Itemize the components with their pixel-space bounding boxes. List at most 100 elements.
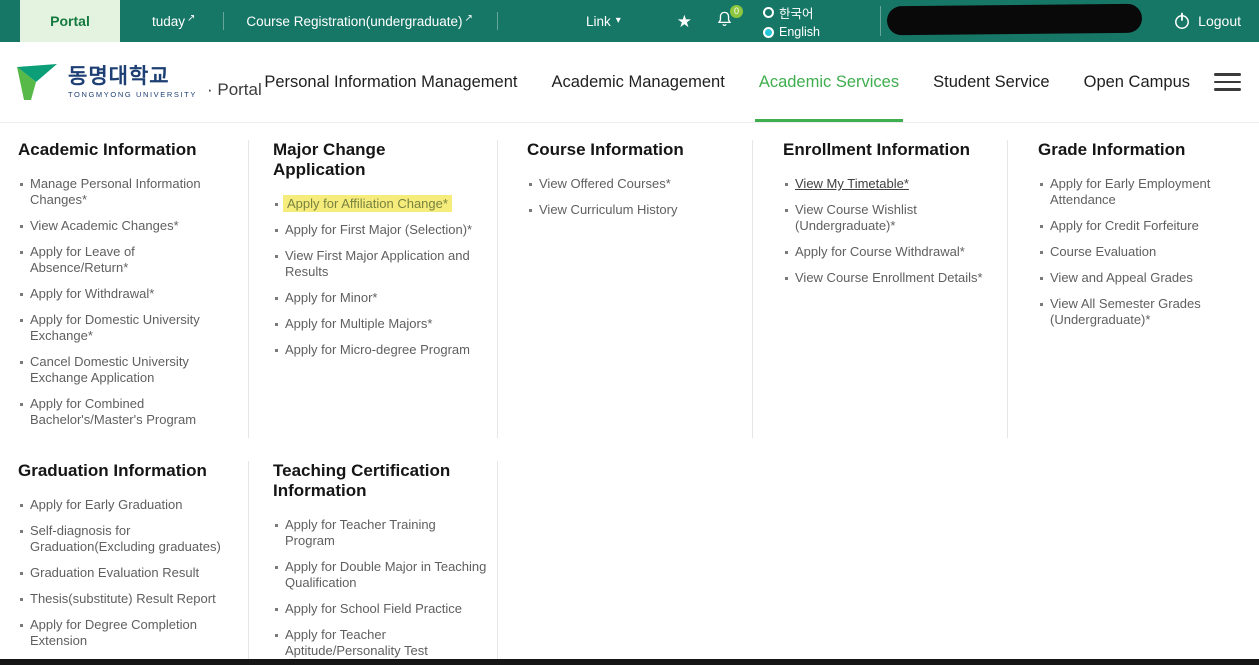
menu-item[interactable]: Apply for Teacher Training Program [273, 517, 488, 549]
menu-section-graduation-information: Graduation Information Apply for Early G… [18, 461, 223, 659]
language-korean-label: 한국어 [779, 3, 814, 22]
logo-text: 동명대학교 TONGMYONG UNIVERSITY [68, 66, 197, 99]
power-icon [1173, 12, 1191, 30]
menu-item[interactable]: View Offered Courses* [527, 176, 727, 192]
nav-personal-information-management[interactable]: Personal Information Management [264, 42, 517, 122]
menu-list: Apply for Early Graduation Self-diagnosi… [18, 497, 223, 649]
nav-student-service[interactable]: Student Service [933, 42, 1049, 122]
menu-list: View My Timetable* View Course Wishlist … [783, 176, 983, 286]
logo-korean-name: 동명대학교 [68, 66, 197, 87]
favorites-star-icon[interactable]: ★ [677, 13, 692, 30]
section-title: Enrollment Information [783, 140, 983, 160]
link-dropdown-label: Link [586, 14, 611, 29]
menu-item[interactable]: Apply for Domestic University Exchange* [18, 312, 223, 344]
menu-section-grade-information: Grade Information Apply for Early Employ… [1038, 140, 1223, 338]
column-divider [497, 140, 498, 438]
section-title: Grade Information [1038, 140, 1223, 160]
menu-item-view-my-timetable-hovered[interactable]: View My Timetable* [783, 176, 983, 192]
language-switcher: 한국어 English [763, 3, 820, 39]
chevron-down-icon: ▾ [616, 16, 621, 26]
tuday-link-label: tuday [152, 14, 185, 29]
menu-item[interactable]: Apply for Early Graduation [18, 497, 223, 513]
header: 동명대학교 TONGMYONG UNIVERSITY · Portal Pers… [0, 42, 1259, 123]
topbar: Portal tuday ↗ Course Registration(under… [0, 0, 1259, 42]
nav-academic-management[interactable]: Academic Management [551, 42, 724, 122]
menu-item[interactable]: Apply for Leave of Absence/Return* [18, 244, 223, 276]
menu-item[interactable]: View First Major Application and Results [273, 248, 481, 280]
menu-item[interactable]: Apply for Multiple Majors* [273, 316, 481, 332]
menu-item[interactable]: View Curriculum History [527, 202, 727, 218]
topbar-divider [497, 12, 498, 30]
radio-unselected-icon [763, 7, 774, 18]
page: Portal tuday ↗ Course Registration(under… [0, 0, 1259, 665]
menu-item[interactable]: Apply for Affiliation Change* [273, 196, 481, 212]
section-title: Teaching Certification Information [273, 461, 488, 501]
logout-label: Logout [1198, 13, 1241, 29]
menu-list: Apply for Affiliation Change* Apply for … [273, 196, 481, 358]
menu-item[interactable]: Apply for Course Withdrawal* [783, 244, 983, 260]
menu-item[interactable]: Apply for First Major (Selection)* [273, 222, 481, 238]
menu-item[interactable]: Apply for Teacher Aptitude/Personality T… [273, 627, 488, 659]
menu-item[interactable]: View Course Enrollment Details* [783, 270, 983, 286]
menu-item[interactable]: Apply for Withdrawal* [18, 286, 223, 302]
column-divider [497, 461, 498, 659]
menu-item[interactable]: Apply for Micro-degree Program [273, 342, 481, 358]
menu-section-course-information: Course Information View Offered Courses*… [527, 140, 727, 228]
logo-english-name: TONGMYONG UNIVERSITY [68, 91, 197, 99]
logout-button[interactable]: Logout [1173, 12, 1241, 30]
external-link-icon: ↗ [187, 14, 195, 24]
column-divider [248, 461, 249, 659]
menu-item[interactable]: Graduation Evaluation Result [18, 565, 223, 581]
portal-suffix-label: · Portal [207, 80, 262, 100]
redacted-username [887, 3, 1142, 35]
radio-selected-icon [763, 27, 774, 38]
section-title: Graduation Information [18, 461, 223, 481]
menu-item[interactable]: Apply for Minor* [273, 290, 481, 306]
language-option-korean[interactable]: 한국어 [763, 3, 820, 22]
section-title: Major Change Application [273, 140, 481, 180]
menu-list: View Offered Courses* View Curriculum Hi… [527, 176, 727, 218]
menu-item[interactable]: Cancel Domestic University Exchange Appl… [18, 354, 223, 386]
menu-item[interactable]: Apply for Credit Forfeiture [1038, 218, 1223, 234]
menu-item[interactable]: Apply for School Field Practice [273, 601, 488, 617]
menu-item[interactable]: Apply for Double Major in Teaching Quali… [273, 559, 488, 591]
language-english-label: English [779, 25, 820, 39]
university-logo[interactable]: 동명대학교 TONGMYONG UNIVERSITY [14, 62, 197, 102]
tuday-link[interactable]: tuday ↗ [152, 14, 195, 29]
menu-item[interactable]: Self-diagnosis for Graduation(Excluding … [18, 523, 223, 555]
notification-count-badge: 0 [730, 5, 743, 18]
menu-item[interactable]: Manage Personal Information Changes* [18, 176, 223, 208]
menu-section-enrollment-information: Enrollment Information View My Timetable… [783, 140, 983, 296]
menu-list: Apply for Early Employment Attendance Ap… [1038, 176, 1223, 328]
main-nav: Personal Information Management Academic… [264, 42, 1190, 122]
menu-section-academic-information: Academic Information Manage Personal Inf… [18, 140, 223, 438]
nav-academic-services[interactable]: Academic Services [759, 42, 899, 122]
external-link-icon: ↗ [465, 14, 473, 24]
menu-item[interactable]: Apply for Early Employment Attendance [1038, 176, 1223, 208]
nav-open-campus[interactable]: Open Campus [1084, 42, 1190, 122]
topbar-divider [880, 6, 881, 36]
course-registration-link[interactable]: Course Registration(undergraduate) ↗ [246, 14, 473, 29]
university-logo-icon [14, 62, 60, 102]
menu-item[interactable]: Apply for Degree Completion Extension [18, 617, 223, 649]
menu-item[interactable]: View Course Wishlist (Undergraduate)* [783, 202, 983, 234]
menu-item[interactable]: View Academic Changes* [18, 218, 223, 234]
notifications-bell[interactable]: 0 [716, 10, 733, 33]
portal-tab[interactable]: Portal [20, 0, 120, 42]
menu-item[interactable]: Course Evaluation [1038, 244, 1223, 260]
language-option-english[interactable]: English [763, 25, 820, 39]
link-dropdown[interactable]: Link ▾ [586, 14, 621, 29]
topbar-divider [223, 12, 224, 30]
section-title: Academic Information [18, 140, 223, 160]
column-divider [1007, 140, 1008, 438]
menu-item[interactable]: Thesis(substitute) Result Report [18, 591, 223, 607]
menu-item[interactable]: View and Appeal Grades [1038, 270, 1223, 286]
menu-item[interactable]: Apply for Combined Bachelor's/Master's P… [18, 396, 223, 428]
menu-item[interactable]: View All Semester Grades (Undergraduate)… [1038, 296, 1223, 328]
menu-list: Apply for Teacher Training Program Apply… [273, 517, 488, 659]
highlighted-menu-item-apply-for-affiliation-change[interactable]: Apply for Affiliation Change* [283, 195, 452, 212]
menu-list: Manage Personal Information Changes* Vie… [18, 176, 223, 428]
hamburger-menu-icon[interactable] [1214, 73, 1241, 91]
column-divider [752, 140, 753, 438]
menu-section-teaching-certification-information: Teaching Certification Information Apply… [273, 461, 488, 665]
